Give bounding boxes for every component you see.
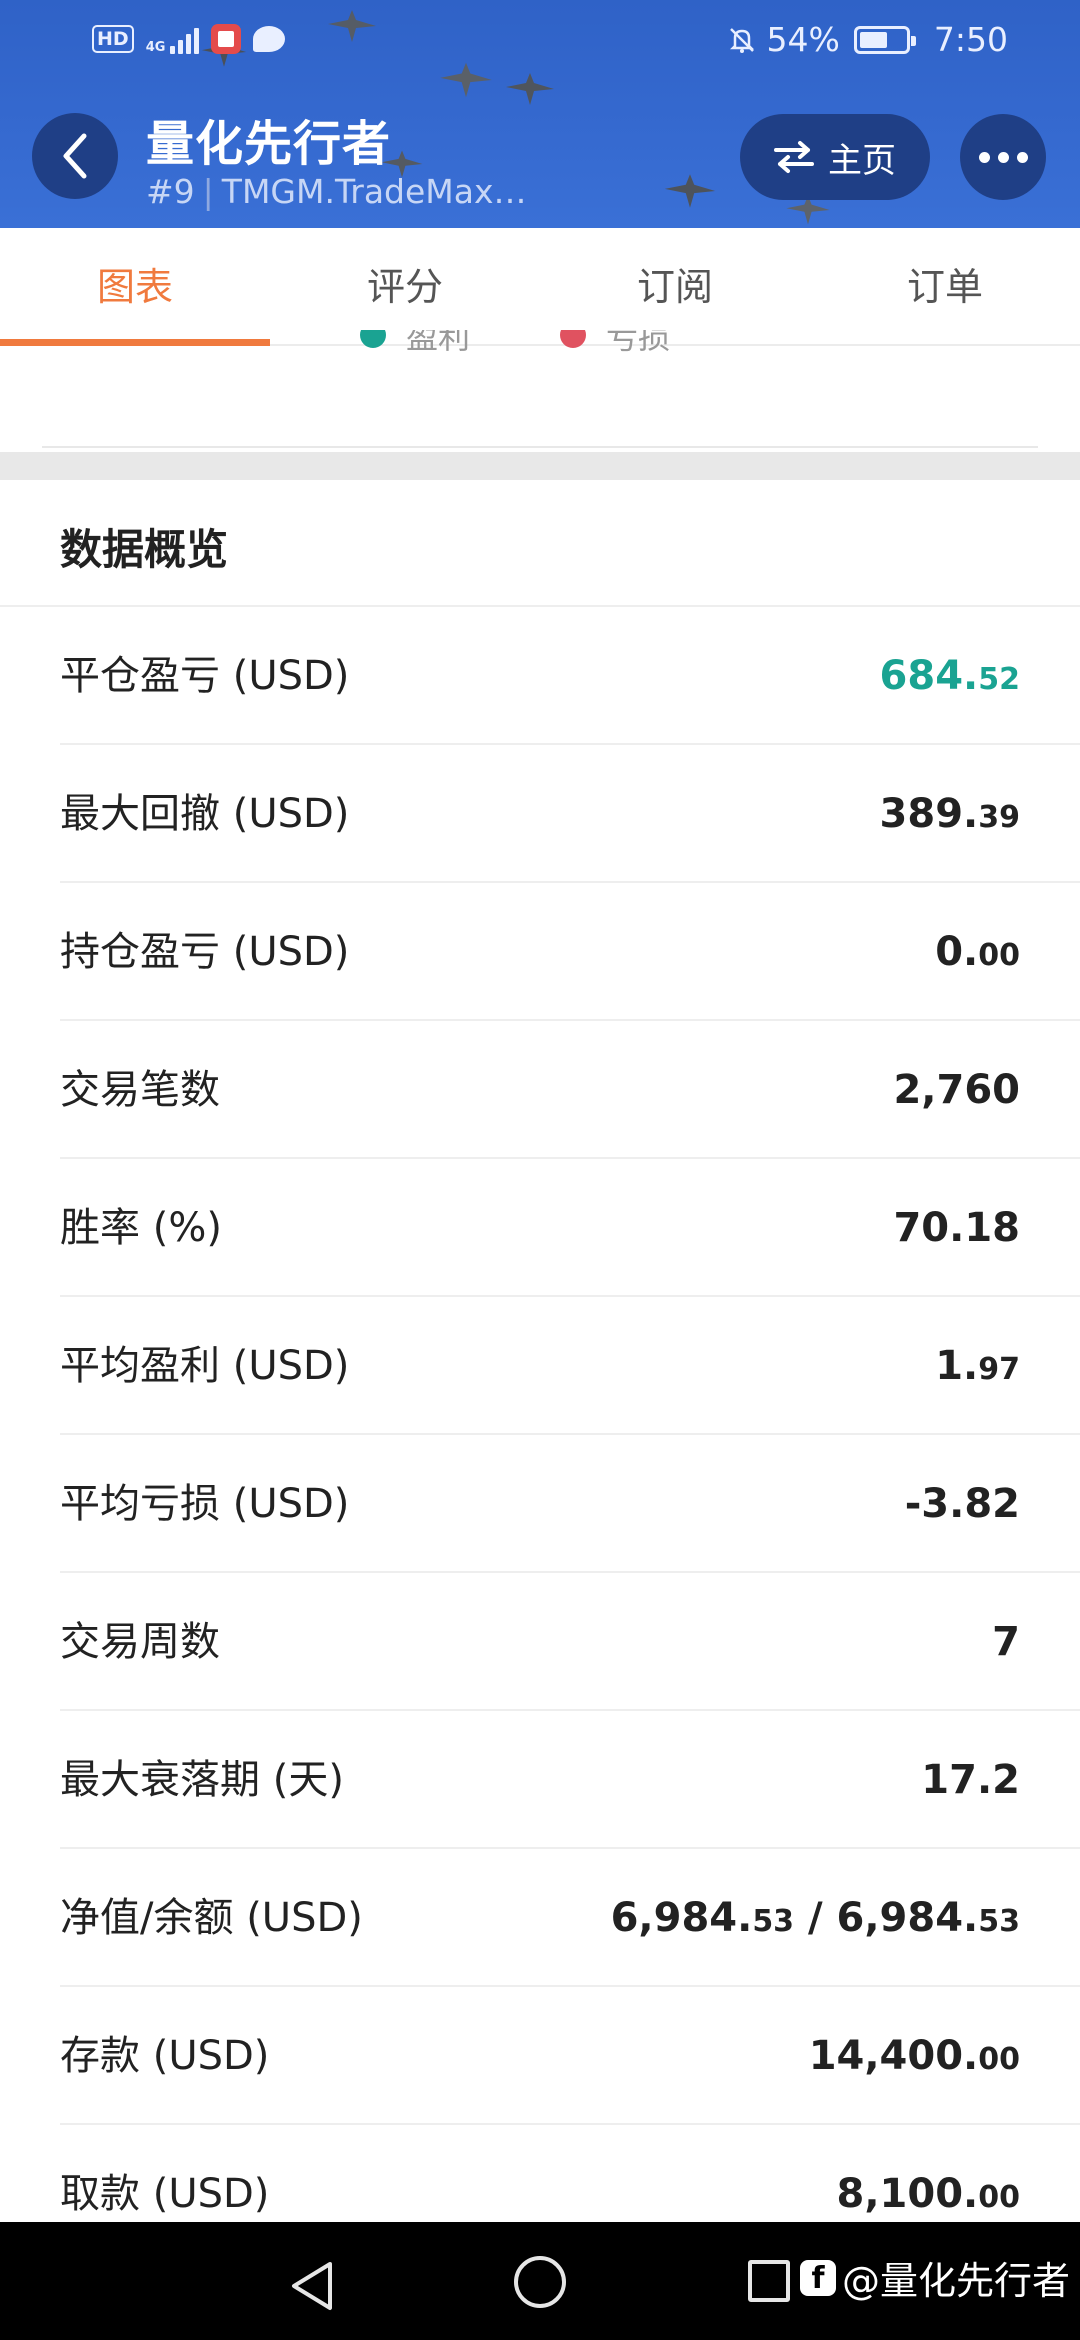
app-notification-icon	[211, 24, 242, 54]
stat-row-open-pnl: 持仓盈亏 (USD) 0.00	[0, 883, 1080, 1021]
stat-row-equity-balance: 净值/余额 (USD) 6,984.53 / 6,984.53	[0, 1849, 1080, 1987]
legend-item-loss: 亏损	[560, 330, 670, 358]
status-bar: HD 4G 54% 7:50	[0, 0, 1080, 86]
page-title: 量化先行者	[146, 116, 392, 172]
section-separator	[0, 452, 1080, 480]
network-type: 4G	[145, 40, 166, 55]
stat-value: 2,760	[893, 1067, 1020, 1113]
stat-label: 交易周数	[60, 1619, 220, 1665]
stat-value: 1.97	[935, 1343, 1020, 1389]
stat-label: 存款 (USD)	[60, 2033, 270, 2079]
stat-value: -3.82	[904, 1481, 1020, 1527]
stat-row-trade-count: 交易笔数 2,760	[0, 1021, 1080, 1159]
watermark: f @量化先行者	[800, 2250, 1070, 2305]
stat-label: 最大衰落期 (天)	[60, 1757, 344, 1803]
stat-value: 389.39	[879, 791, 1020, 837]
chart-legend: 盈利 亏损	[0, 330, 1080, 366]
tab-rating[interactable]: 评分	[270, 228, 540, 344]
more-dot-icon	[997, 151, 1009, 163]
stat-label: 最大回撤 (USD)	[60, 791, 350, 837]
message-notification-icon	[253, 26, 286, 52]
home-button-label: 主页	[828, 140, 896, 181]
tab-subscribe[interactable]: 订阅	[540, 228, 810, 344]
stat-row-deposit: 存款 (USD) 14,400.00	[0, 1987, 1080, 2125]
tab-chart[interactable]: 图表	[0, 228, 270, 346]
hd-indicator: HD	[92, 25, 134, 53]
nav-home-icon[interactable]	[514, 2256, 566, 2308]
broker-label: TMGM.TradeMax…	[221, 172, 527, 211]
section-title: 数据概览	[60, 525, 229, 574]
stat-label: 平均亏损 (USD)	[60, 1481, 350, 1527]
stat-row-win-rate: 胜率 (%) 70.18	[0, 1159, 1080, 1297]
stat-value: 70.18	[893, 1205, 1020, 1251]
stat-row-max-decline-period: 最大衰落期 (天) 17.2	[0, 1711, 1080, 1849]
legend-label: 亏损	[606, 330, 671, 356]
facebook-icon: f	[800, 2259, 836, 2296]
more-dot-icon	[1016, 151, 1028, 163]
stat-value: 684.52	[879, 653, 1020, 699]
stat-row-closed-pnl: 平仓盈亏 (USD) 684.52	[0, 607, 1080, 745]
legend-item-profit: 盈利	[360, 330, 470, 358]
swap-icon	[774, 141, 814, 173]
loss-dot-icon	[560, 330, 587, 348]
battery-icon	[853, 25, 916, 54]
stat-label: 胜率 (%)	[60, 1205, 222, 1251]
app-header: HD 4G 54% 7:50 量化先行者 #9 | TMGM.TradeMax……	[0, 0, 1080, 228]
stat-value: 7	[992, 1619, 1020, 1665]
tab-orders[interactable]: 订单	[810, 228, 1080, 344]
account-subtitle: #9 | TMGM.TradeMax…	[146, 172, 527, 211]
stat-row-max-drawdown: 最大回撤 (USD) 389.39	[0, 745, 1080, 883]
rank-label: #9	[146, 172, 195, 211]
nav-back-icon[interactable]	[288, 2260, 336, 2312]
back-button[interactable]	[32, 113, 118, 199]
mute-bell-icon	[729, 27, 754, 53]
stat-label: 持仓盈亏 (USD)	[60, 929, 350, 975]
stat-value: 14,400.00	[808, 2033, 1020, 2079]
stat-label: 平均盈利 (USD)	[60, 1343, 350, 1389]
more-dot-icon	[978, 151, 990, 163]
legend-label: 盈利	[406, 330, 471, 356]
nav-recents-icon[interactable]	[748, 2260, 790, 2302]
watermark-text: @量化先行者	[842, 2259, 1071, 2303]
chevron-left-icon	[63, 133, 87, 179]
more-options-button[interactable]	[960, 114, 1046, 200]
stat-value: 0.00	[935, 929, 1020, 975]
system-nav-bar: f @量化先行者	[0, 2222, 1080, 2340]
clock: 7:50	[933, 20, 1008, 59]
stat-label: 交易笔数	[60, 1067, 220, 1113]
stat-label: 平仓盈亏 (USD)	[60, 653, 350, 699]
stat-value: 6,984.53 / 6,984.53	[610, 1895, 1020, 1941]
signal-icon: 4G	[146, 24, 200, 54]
stat-row-avg-loss: 平均亏损 (USD) -3.82	[0, 1435, 1080, 1573]
battery-percent: 54%	[766, 20, 840, 59]
overview-list: 平仓盈亏 (USD) 684.52 最大回撤 (USD) 389.39 持仓盈亏…	[0, 607, 1080, 2263]
stat-row-avg-profit: 平均盈利 (USD) 1.97	[0, 1297, 1080, 1435]
profit-dot-icon	[360, 330, 386, 348]
stat-label: 净值/余额 (USD)	[60, 1895, 363, 1941]
home-button[interactable]: 主页	[740, 114, 930, 200]
pigeon-decoration	[664, 174, 716, 208]
divider	[42, 446, 1038, 448]
tab-bar: 图表 评分 订阅 订单	[0, 228, 1080, 346]
stat-row-trading-weeks: 交易周数 7	[0, 1573, 1080, 1711]
stat-value: 17.2	[921, 1757, 1020, 1803]
